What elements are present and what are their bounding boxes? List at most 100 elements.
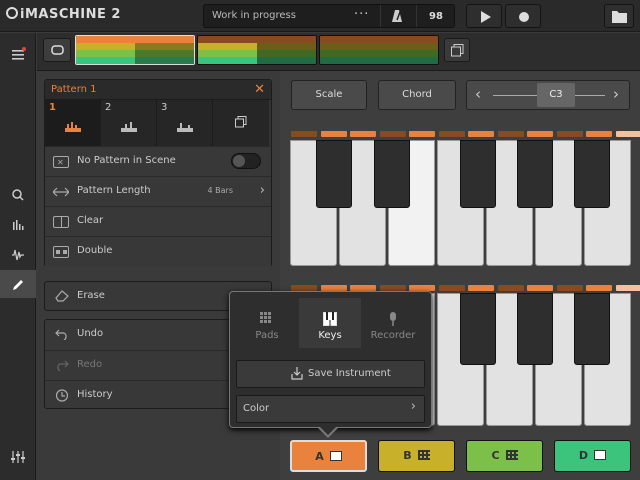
scale-button[interactable]: Scale	[291, 80, 367, 110]
instrument-popup: Pads Keys Recorder Save Instrument Color…	[229, 291, 432, 428]
scene-strip	[76, 43, 194, 50]
tempo-value[interactable]: 98	[429, 11, 443, 22]
scene-strip	[198, 43, 316, 50]
pattern-slot-1[interactable]: 1	[45, 100, 101, 146]
tab-pads-label: Pads	[255, 330, 279, 341]
play-button[interactable]	[466, 4, 502, 28]
scene-3[interactable]	[319, 35, 439, 65]
play-icon	[481, 11, 491, 23]
key-led	[556, 131, 583, 137]
clear-label: Clear	[77, 215, 104, 226]
key-led	[291, 131, 317, 137]
folder-icon	[612, 11, 627, 23]
popup-pointer-fill	[320, 427, 336, 435]
group-label: B	[403, 449, 412, 462]
search-button[interactable]	[0, 180, 36, 208]
scene-strip	[320, 36, 438, 43]
black-key[interactable]	[460, 140, 496, 208]
mixer-view-button[interactable]	[0, 210, 36, 238]
waveform-icon	[12, 249, 24, 260]
black-key[interactable]	[460, 293, 496, 365]
project-title-box[interactable]: Work in progress ··· 98	[203, 4, 455, 28]
group-label: A	[315, 450, 324, 463]
metronome-icon[interactable]	[392, 10, 402, 22]
sliders-icon	[11, 450, 25, 463]
black-key[interactable]	[574, 140, 610, 208]
eraser-icon	[55, 290, 69, 302]
pattern-length-row[interactable]: Pattern Length 4 Bars ›	[45, 176, 271, 206]
pattern-title: Pattern 1	[51, 84, 97, 95]
undo-icon	[55, 329, 67, 340]
double-row[interactable]: Double	[45, 236, 271, 267]
tab-keys[interactable]: Keys	[299, 298, 361, 348]
history-label: History	[77, 389, 113, 400]
chevron-right-icon: ›	[259, 183, 265, 198]
no-pattern-row[interactable]: ✕ No Pattern in Scene	[45, 146, 271, 176]
black-key[interactable]	[517, 293, 553, 365]
group-b-button[interactable]: B	[378, 440, 455, 472]
key-led	[527, 131, 553, 137]
pattern-slot-3[interactable]: 3	[157, 100, 213, 146]
pattern-header: Pattern 1 ✕	[45, 80, 271, 100]
scene-strip	[76, 36, 194, 43]
group-a-button[interactable]: A	[290, 440, 367, 472]
settings-button[interactable]	[0, 442, 36, 470]
menu-button[interactable]	[0, 40, 36, 68]
group-d-button[interactable]: D	[554, 440, 631, 472]
pads-grid-icon	[505, 450, 518, 460]
key-led	[320, 131, 347, 137]
scene-strip	[76, 50, 194, 57]
loop-button[interactable]	[43, 38, 71, 62]
chord-button[interactable]: Chord	[378, 80, 456, 110]
scene-strip	[198, 36, 316, 43]
tab-recorder-label: Recorder	[370, 330, 416, 341]
save-instrument-button[interactable]: Save Instrument	[236, 360, 425, 388]
more-button[interactable]: ···	[354, 7, 369, 22]
browser-button[interactable]	[604, 4, 634, 28]
pads-grid-icon	[417, 450, 430, 460]
chevron-right-icon: ›	[410, 399, 416, 414]
save-icon	[291, 367, 303, 380]
close-pattern-button[interactable]: ✕	[254, 82, 265, 97]
microphone-icon	[390, 312, 396, 326]
key-led	[615, 285, 640, 291]
tab-keys-label: Keys	[318, 330, 342, 341]
slot-number: 2	[105, 102, 112, 113]
sample-edit-button[interactable]	[0, 240, 36, 268]
history-icon	[55, 389, 69, 402]
octave-selector[interactable]: ‹ C3 ›	[466, 80, 630, 110]
slot-number: 3	[161, 102, 168, 113]
scene-strip	[320, 43, 438, 50]
divider	[416, 5, 417, 27]
clear-row[interactable]: Clear	[45, 206, 271, 236]
black-key[interactable]	[374, 140, 410, 208]
redo-label: Redo	[77, 359, 103, 370]
tab-recorder[interactable]: Recorder	[362, 298, 424, 348]
scene-1[interactable]	[75, 35, 195, 65]
octave-down-button[interactable]: ‹	[475, 85, 481, 103]
tab-pads[interactable]: Pads	[236, 298, 298, 348]
piano-keys-icon	[323, 312, 337, 326]
pattern-panel: Pattern 1 ✕ 1 2 3 ✕ No Pattern in Scene …	[44, 79, 272, 267]
pattern-slot-2[interactable]: 2	[101, 100, 157, 146]
black-key[interactable]	[316, 140, 352, 208]
pattern-edit-button[interactable]	[0, 270, 36, 298]
group-c-button[interactable]: C	[466, 440, 543, 472]
octave-track	[493, 95, 537, 96]
black-key[interactable]	[574, 293, 610, 365]
group-label: D	[578, 449, 589, 462]
add-scene-button[interactable]	[444, 38, 470, 62]
no-pattern-toggle[interactable]	[231, 153, 261, 169]
keys-pattern-icon	[121, 122, 137, 132]
scene-2[interactable]	[197, 35, 317, 65]
scene-strip	[198, 57, 316, 64]
no-pattern-label: No Pattern in Scene	[77, 155, 176, 166]
record-button[interactable]	[505, 4, 541, 28]
octave-up-button[interactable]: ›	[613, 85, 619, 103]
key-led	[527, 285, 553, 291]
color-row[interactable]: Color ›	[236, 395, 425, 423]
duplicate-pattern-button[interactable]	[213, 100, 269, 146]
app-title: iMASCHINE 2	[20, 7, 121, 22]
erase-label: Erase	[77, 290, 105, 301]
black-key[interactable]	[517, 140, 553, 208]
